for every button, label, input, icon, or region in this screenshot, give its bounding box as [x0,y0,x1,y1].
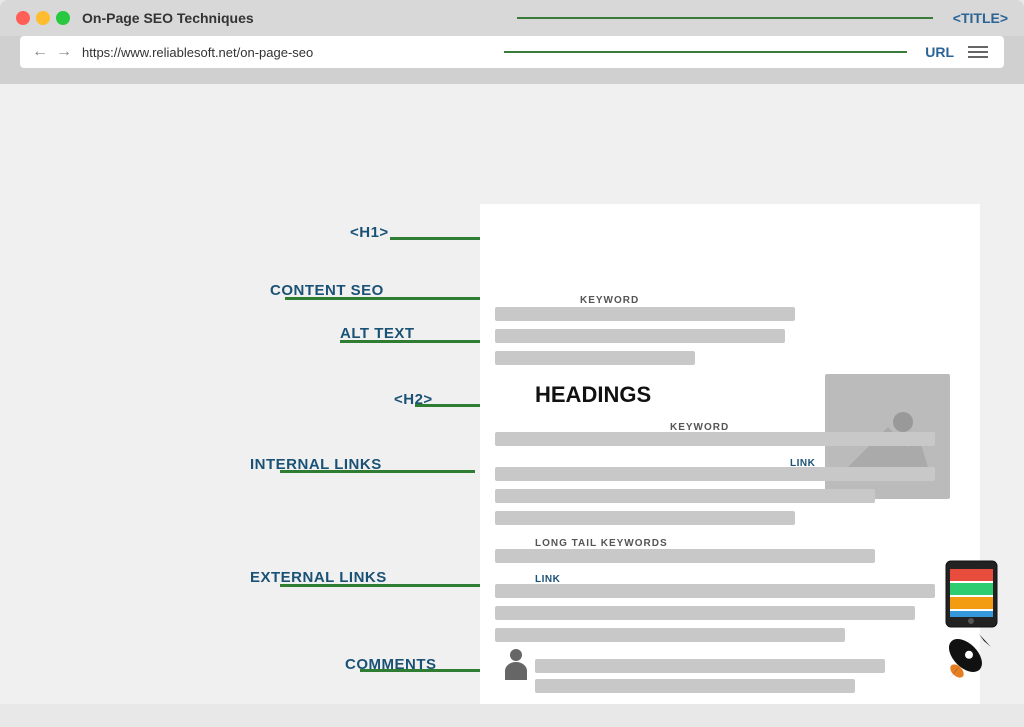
content-bar-7 [495,628,845,642]
link-bar-2 [495,584,935,598]
h1-label: <H1> [350,224,389,241]
url-connector-line [504,51,908,53]
comments-connector [360,669,500,672]
url-display: https://www.reliablesoft.net/on-page-seo [82,45,486,60]
main-content: POST TITLE <H1> CONTENT SEO ALT TEXT <H2… [0,84,1024,704]
title-connector-line [517,17,932,19]
mobile-icon [944,559,999,634]
link-bar-1 [495,467,935,481]
heading-bar-1 [495,432,935,446]
h2-connector [415,404,490,407]
content-bar-4 [495,489,875,503]
forward-button[interactable]: → [56,43,72,61]
content-bar-6 [495,606,915,620]
long-tail-text: LONG TAIL KEYWORDS [535,538,668,549]
traffic-lights [16,11,70,25]
headings-text: HEADINGS [535,382,651,408]
menu-button[interactable] [964,42,992,62]
rocket-icon [939,629,999,694]
content-bar-3 [495,351,695,365]
content-seo-connector [285,297,485,300]
keyword-1-text: KEYWORD [580,295,639,306]
content-bar-1 [495,307,795,321]
browser-window: On-Page SEO Techniques <TITLE> ← → https… [0,0,1024,84]
address-bar[interactable]: ← → https://www.reliablesoft.net/on-page… [20,36,1004,68]
comment-bar-1 [535,659,885,673]
content-bar-2 [495,329,785,343]
h1-connector [390,237,480,240]
long-tail-bar [495,549,875,563]
alt-text-connector [340,340,490,343]
document-area: KEYWORD HEADINGS KEYWORD LINK LONG TAIL … [480,204,980,704]
minimize-button[interactable] [36,11,50,25]
back-button[interactable]: ← [32,43,48,61]
maximize-button[interactable] [56,11,70,25]
internal-links-connector [280,470,475,473]
comment-avatar-head [510,649,522,661]
browser-title: On-Page SEO Techniques [82,10,497,26]
nav-arrows: ← → [32,43,72,61]
url-label: URL [925,44,954,60]
comment-bar-2 [535,679,855,693]
close-button[interactable] [16,11,30,25]
external-links-connector [280,584,495,587]
title-tag-label: <TITLE> [953,10,1008,26]
title-bar: On-Page SEO Techniques <TITLE> [0,0,1024,36]
comment-avatar-body [505,662,527,680]
content-bar-5 [495,511,795,525]
